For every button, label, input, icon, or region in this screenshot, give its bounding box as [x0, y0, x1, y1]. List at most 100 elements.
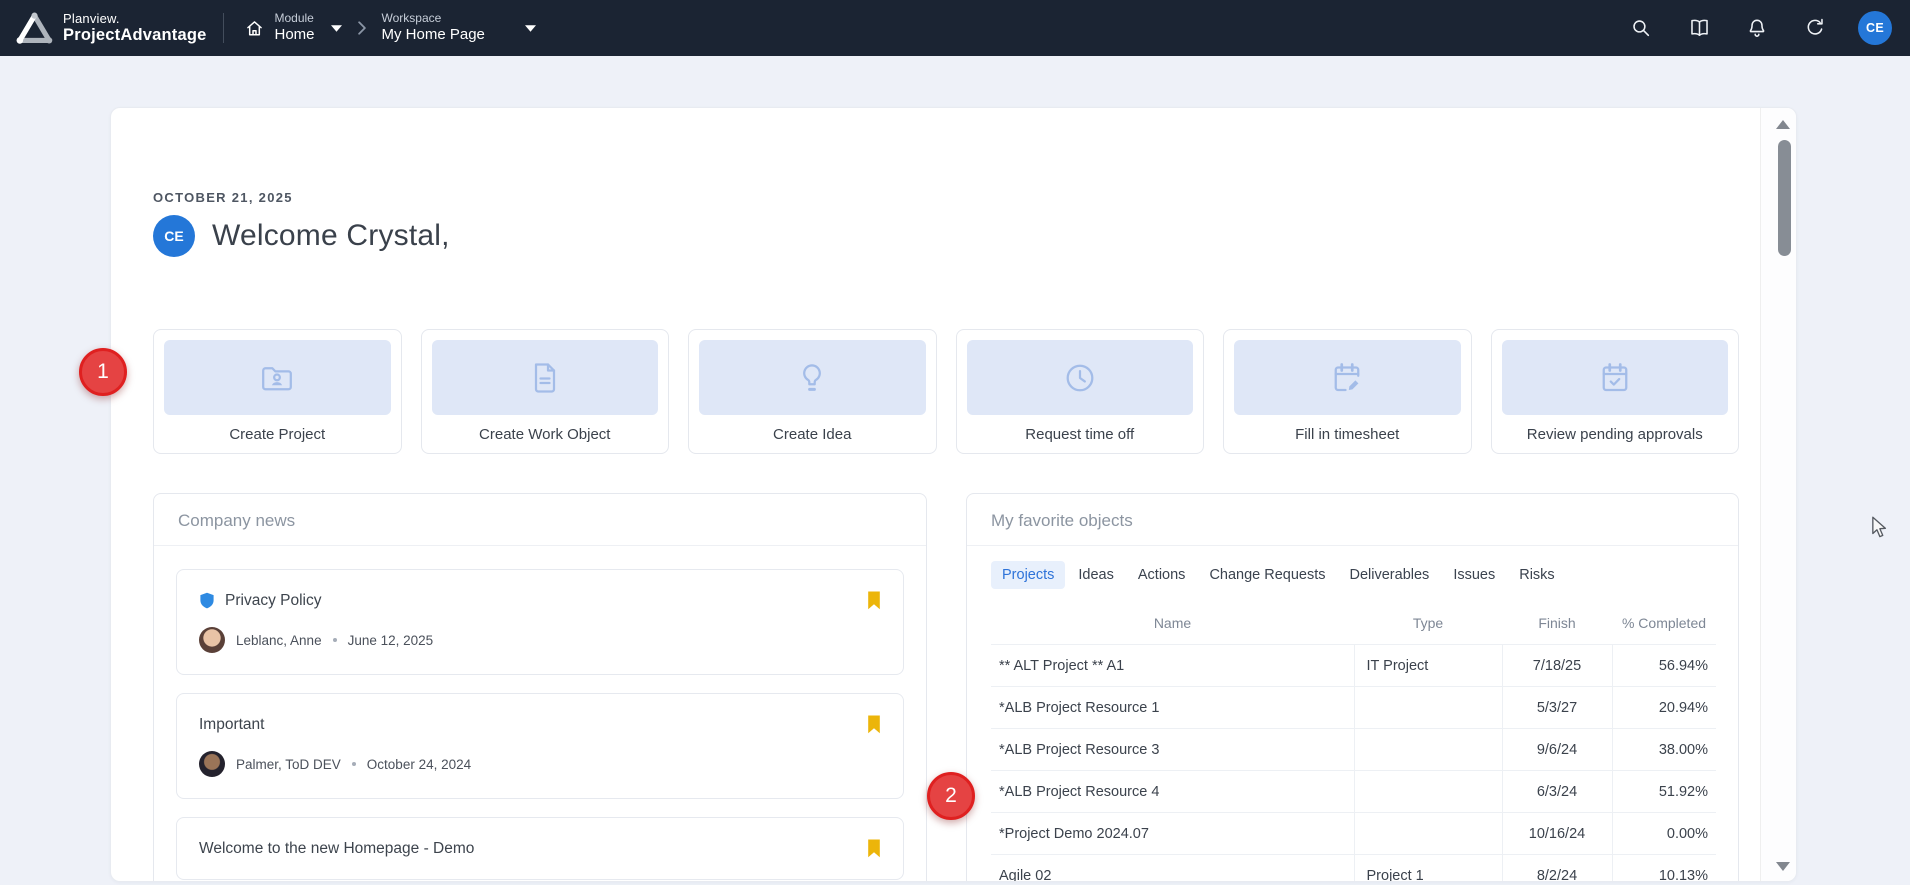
notifications-bell-icon[interactable]: [1745, 16, 1769, 40]
cell-finish: 9/6/24: [1502, 729, 1612, 771]
create-work-object-card[interactable]: Create Work Object: [421, 329, 670, 454]
bookmark-icon[interactable]: [867, 839, 881, 858]
review-pending-approvals-label: Review pending approvals: [1502, 426, 1729, 443]
cell-name: ** ALT Project ** A1: [991, 645, 1354, 687]
module-value: Home: [275, 26, 315, 45]
lightbulb-icon: [699, 340, 926, 415]
cell-finish: 8/2/24: [1502, 855, 1612, 883]
cell-finish: 6/3/24: [1502, 771, 1612, 813]
column-type: Type: [1354, 604, 1502, 645]
cell-type: [1354, 687, 1502, 729]
scroll-down-arrow[interactable]: [1776, 862, 1790, 871]
favorites-tab-bar: Projects Ideas Actions Change Requests D…: [991, 561, 1714, 589]
cell-type: [1354, 813, 1502, 855]
news-item[interactable]: Privacy Policy Leblanc, Anne June 12, 20…: [176, 569, 904, 675]
favorite-objects-section: My favorite objects Projects Ideas Actio…: [966, 493, 1739, 882]
user-avatar[interactable]: CE: [1858, 11, 1892, 45]
cell-name: *ALB Project Resource 3: [991, 729, 1354, 771]
document-icon: [432, 340, 659, 415]
greeting-text: Welcome Crystal,: [212, 219, 450, 253]
greeting-avatar: CE: [153, 215, 195, 257]
table-row[interactable]: *ALB Project Resource 1 5/3/27 20.94%: [991, 687, 1716, 729]
knowledge-book-icon[interactable]: [1687, 16, 1711, 40]
table-row[interactable]: *ALB Project Resource 3 9/6/24 38.00%: [991, 729, 1716, 771]
request-time-off-card[interactable]: Request time off: [956, 329, 1205, 454]
module-label: Module: [275, 11, 315, 26]
bookmark-icon[interactable]: [867, 591, 881, 610]
create-project-label: Create Project: [164, 426, 391, 443]
request-time-off-label: Request time off: [967, 426, 1194, 443]
fill-in-timesheet-card[interactable]: Fill in timesheet: [1223, 329, 1472, 454]
top-navbar: Planview. ProjectAdvantage Module Home W…: [0, 0, 1910, 56]
cell-pct: 20.94%: [1612, 687, 1716, 729]
company-news-title: Company news: [154, 494, 926, 546]
home-icon: [244, 18, 265, 39]
search-icon[interactable]: [1629, 16, 1653, 40]
column-finish: Finish: [1502, 604, 1612, 645]
mouse-cursor: [1870, 516, 1889, 544]
favorites-table: Name Type Finish % Completed ** ALT Proj…: [991, 604, 1716, 882]
workspace-label: Workspace: [382, 11, 485, 26]
current-date: OCTOBER 21, 2025: [153, 190, 1739, 205]
company-news-section: Company news Privacy Policy: [153, 493, 927, 882]
scroll-up-arrow[interactable]: [1776, 120, 1790, 129]
cell-type: [1354, 771, 1502, 813]
calendar-edit-icon: [1234, 340, 1461, 415]
refresh-icon[interactable]: [1803, 16, 1827, 40]
tab-deliverables[interactable]: Deliverables: [1339, 561, 1441, 589]
cell-type: IT Project: [1354, 645, 1502, 687]
fill-in-timesheet-label: Fill in timesheet: [1234, 426, 1461, 443]
favorite-objects-title: My favorite objects: [967, 494, 1738, 546]
planview-brand[interactable]: Planview. ProjectAdvantage: [16, 12, 207, 45]
news-item[interactable]: Important Palmer, ToD DEV October 24, 20…: [176, 693, 904, 799]
news-item-title: Important: [199, 716, 264, 734]
author-name: Palmer, ToD DEV: [236, 757, 341, 772]
cell-pct: 51.92%: [1612, 771, 1716, 813]
table-row[interactable]: ** ALT Project ** A1 IT Project 7/18/25 …: [991, 645, 1716, 687]
table-header-row: Name Type Finish % Completed: [991, 604, 1716, 645]
create-idea-label: Create Idea: [699, 426, 926, 443]
cell-pct: 56.94%: [1612, 645, 1716, 687]
meta-dot: [352, 762, 356, 766]
module-selector[interactable]: Module Home: [242, 7, 344, 49]
privacy-shield-icon: [199, 592, 215, 610]
table-row[interactable]: Agile 02 Project 1 8/2/24 10.13%: [991, 855, 1716, 883]
planview-logo-icon: [16, 12, 53, 45]
annotation-badge-1: 1: [79, 348, 127, 396]
tab-issues[interactable]: Issues: [1442, 561, 1506, 589]
cell-finish: 5/3/27: [1502, 687, 1612, 729]
scrollbar-thumb[interactable]: [1778, 140, 1791, 256]
tab-ideas[interactable]: Ideas: [1067, 561, 1124, 589]
workspace-value: My Home Page: [382, 26, 485, 45]
workspace-selector[interactable]: Workspace My Home Page: [380, 7, 538, 49]
home-page-panel: OCTOBER 21, 2025 CE Welcome Crystal, Cre…: [110, 107, 1797, 882]
news-item[interactable]: Welcome to the new Homepage - Demo: [176, 817, 904, 880]
create-work-object-label: Create Work Object: [432, 426, 659, 443]
cell-pct: 0.00%: [1612, 813, 1716, 855]
author-avatar: [199, 751, 225, 777]
cell-pct: 10.13%: [1612, 855, 1716, 883]
tab-projects[interactable]: Projects: [991, 561, 1065, 589]
cell-name: *Project Demo 2024.07: [991, 813, 1354, 855]
table-row[interactable]: *Project Demo 2024.07 10/16/24 0.00%: [991, 813, 1716, 855]
chevron-down-icon: [525, 25, 536, 32]
cell-type: [1354, 729, 1502, 771]
cell-finish: 7/18/25: [1502, 645, 1612, 687]
tab-change-requests[interactable]: Change Requests: [1198, 561, 1336, 589]
table-row[interactable]: *ALB Project Resource 4 6/3/24 51.92%: [991, 771, 1716, 813]
cell-pct: 38.00%: [1612, 729, 1716, 771]
cell-name: Agile 02: [991, 855, 1354, 883]
create-project-card[interactable]: Create Project: [153, 329, 402, 454]
tab-risks[interactable]: Risks: [1508, 561, 1565, 589]
quick-actions-row: Create Project Create Work Object: [153, 329, 1739, 454]
review-pending-approvals-card[interactable]: Review pending approvals: [1491, 329, 1740, 454]
bookmark-icon[interactable]: [867, 715, 881, 734]
cell-finish: 10/16/24: [1502, 813, 1612, 855]
cell-name: *ALB Project Resource 1: [991, 687, 1354, 729]
news-item-title: Welcome to the new Homepage - Demo: [199, 840, 474, 858]
folder-user-icon: [164, 340, 391, 415]
tab-actions[interactable]: Actions: [1127, 561, 1197, 589]
create-idea-card[interactable]: Create Idea: [688, 329, 937, 454]
chevron-down-icon: [331, 25, 342, 32]
news-date: October 24, 2024: [367, 757, 471, 772]
